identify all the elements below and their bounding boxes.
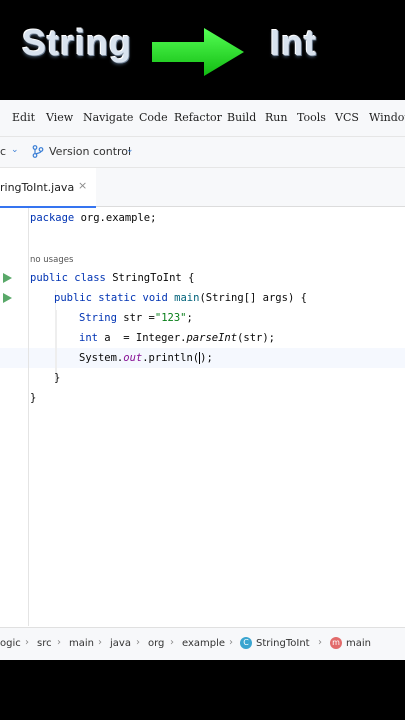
menu-refactor[interactable]: Refactor xyxy=(174,111,222,124)
usages-hint: no usages xyxy=(30,255,74,265)
branch-icon xyxy=(32,145,44,158)
chevron-right-icon: › xyxy=(229,637,233,648)
run-class-icon[interactable] xyxy=(3,273,12,283)
crumb-src[interactable]: src xyxy=(37,638,52,649)
crumb-example[interactable]: example xyxy=(182,638,225,649)
version-control-menu[interactable]: Version control xyxy=(49,145,131,158)
code-line-4: public static void main(String[] args) { xyxy=(54,292,307,304)
ide-window: Edit View Navigate Code Refactor Build R… xyxy=(0,100,405,661)
chevron-down-icon[interactable]: ⌄ xyxy=(11,145,19,155)
right-arrow-icon xyxy=(152,28,244,76)
method-icon: m xyxy=(330,637,342,649)
crumb-method[interactable]: main xyxy=(346,638,371,649)
crumb-project[interactable]: ogic xyxy=(0,638,21,649)
chevron-right-icon: › xyxy=(136,637,140,648)
code-line-6: int a = Integer.parseInt(str); xyxy=(79,332,275,344)
main-toolbar: c ⌄ Version control ⌄ xyxy=(0,137,405,168)
code-line-5: String str ="123"; xyxy=(79,312,193,324)
chevron-right-icon: › xyxy=(25,637,29,648)
menu-bar: Edit View Navigate Code Refactor Build R… xyxy=(0,100,405,137)
menu-build[interactable]: Build xyxy=(227,111,256,124)
menu-vcs[interactable]: VCS xyxy=(335,111,359,124)
code-line-7: System.out.println(); xyxy=(79,352,213,364)
crumb-java[interactable]: java xyxy=(110,638,131,649)
close-icon[interactable]: × xyxy=(78,179,87,192)
gutter-divider xyxy=(28,208,29,626)
banner-left-word: String xyxy=(22,22,132,63)
tab-stringtoint-java[interactable]: ringToInt.java × xyxy=(0,168,96,208)
chevron-right-icon: › xyxy=(57,637,61,648)
editor-tab-bar: ringToInt.java × xyxy=(0,168,405,208)
project-selector[interactable]: c xyxy=(0,145,6,158)
menu-navigate[interactable]: Navigate xyxy=(83,111,133,124)
code-line-1: package org.example; xyxy=(30,212,157,224)
menu-tools[interactable]: Tools xyxy=(297,111,326,124)
chevron-right-icon: › xyxy=(318,637,322,648)
code-line-8: } xyxy=(54,372,61,384)
code-line-9: } xyxy=(30,392,37,404)
tab-label: ringToInt.java xyxy=(0,181,75,194)
run-main-icon[interactable] xyxy=(3,293,12,303)
crumb-org[interactable]: org xyxy=(148,638,164,649)
breadcrumb: ogic › src › main › java › org › example… xyxy=(0,627,405,661)
code-line-3: public class StringToInt { xyxy=(30,272,195,284)
code-editor[interactable]: package org.example; no usages public cl… xyxy=(0,208,405,626)
menu-window[interactable]: Window xyxy=(369,111,405,124)
menu-view[interactable]: View xyxy=(46,111,73,124)
crumb-class[interactable]: StringToInt xyxy=(256,638,310,649)
menu-edit[interactable]: Edit xyxy=(12,111,35,124)
class-icon: C xyxy=(240,637,252,649)
thumbnail-banner: String Int xyxy=(0,0,405,100)
chevron-right-icon: › xyxy=(98,637,102,648)
menu-run[interactable]: Run xyxy=(265,111,287,124)
bottom-letterbox xyxy=(0,660,405,720)
indent-guide xyxy=(56,310,57,380)
crumb-main[interactable]: main xyxy=(69,638,94,649)
chevron-right-icon: › xyxy=(170,637,174,648)
chevron-down-icon[interactable]: ⌄ xyxy=(126,145,134,155)
banner-right-word: Int xyxy=(270,22,317,63)
menu-code[interactable]: Code xyxy=(139,111,168,124)
